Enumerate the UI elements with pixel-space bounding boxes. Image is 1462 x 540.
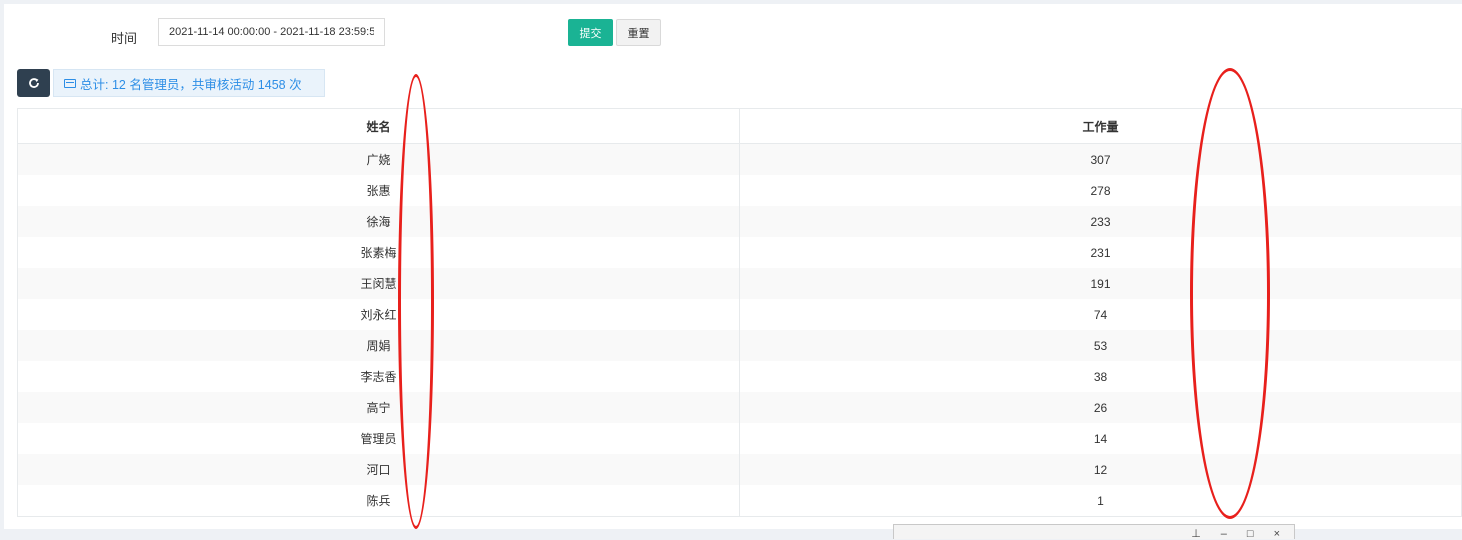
table-row: 徐海 233 [17, 206, 1462, 237]
table-row: 张惠 278 [17, 175, 1462, 206]
table-header-row: 姓名 工作量 [17, 108, 1462, 144]
table-row: 王闵慧 191 [17, 268, 1462, 299]
cell-name: 周娟 [17, 330, 740, 361]
cell-name: 刘永红 [17, 299, 740, 330]
cell-workload: 12 [739, 454, 1462, 485]
cell-workload: 233 [739, 206, 1462, 237]
table-row: 高宁 26 [17, 392, 1462, 423]
cell-workload: 38 [739, 361, 1462, 392]
content-panel: 时间 提交 重置 总计: 12 名管理员，共审核活动 1458 次 姓名 工作量… [4, 4, 1462, 529]
cell-name: 李志香 [17, 361, 740, 392]
column-header-name[interactable]: 姓名 [17, 108, 740, 144]
table-row: 广娆 307 [17, 143, 1462, 175]
minimize-icon[interactable]: – [1221, 529, 1227, 540]
list-icon [64, 78, 76, 88]
submit-button[interactable]: 提交 [568, 19, 613, 46]
cell-workload: 231 [739, 237, 1462, 268]
cell-name: 王闵慧 [17, 268, 740, 299]
table-row: 刘永红 74 [17, 299, 1462, 330]
cell-workload: 1 [739, 485, 1462, 517]
cell-workload: 14 [739, 423, 1462, 454]
table-row: 张素梅 231 [17, 237, 1462, 268]
cell-name: 陈兵 [17, 485, 740, 517]
refresh-icon [28, 78, 39, 88]
time-label: 时间 [111, 31, 138, 46]
cell-workload: 307 [739, 143, 1462, 175]
table-row: 陈兵 1 [17, 485, 1462, 517]
minimized-window-titlebar[interactable]: ⊥ – □ × [893, 524, 1295, 540]
table-row: 管理员 14 [17, 423, 1462, 454]
table-row: 周娟 53 [17, 330, 1462, 361]
date-range-input[interactable] [158, 18, 385, 46]
cell-name: 徐海 [17, 206, 740, 237]
cell-name: 管理员 [17, 423, 740, 454]
pin-icon[interactable]: ⊥ [1191, 529, 1201, 540]
cell-workload: 53 [739, 330, 1462, 361]
cell-name: 张素梅 [17, 237, 740, 268]
workload-table: 姓名 工作量 广娆 307 张惠 278 徐海 233 张素梅 231 王闵慧 191 刘… [17, 108, 1462, 517]
refresh-button[interactable] [17, 69, 50, 97]
cell-workload: 26 [739, 392, 1462, 423]
cell-workload: 191 [739, 268, 1462, 299]
cell-name: 张惠 [17, 175, 740, 206]
reset-button[interactable]: 重置 [616, 19, 661, 46]
cell-name: 河口 [17, 454, 740, 485]
cell-workload: 278 [739, 175, 1462, 206]
summary-text: 总计: 12 名管理员，共审核活动 1458 次 [80, 77, 302, 92]
cell-workload: 74 [739, 299, 1462, 330]
cell-name: 广娆 [17, 143, 740, 175]
summary-badge: 总计: 12 名管理员，共审核活动 1458 次 [53, 69, 325, 97]
maximize-icon[interactable]: □ [1247, 529, 1254, 540]
cell-name: 高宁 [17, 392, 740, 423]
table-row: 李志香 38 [17, 361, 1462, 392]
close-icon[interactable]: × [1274, 529, 1280, 540]
column-header-workload[interactable]: 工作量 [739, 108, 1462, 144]
table-row: 河口 12 [17, 454, 1462, 485]
